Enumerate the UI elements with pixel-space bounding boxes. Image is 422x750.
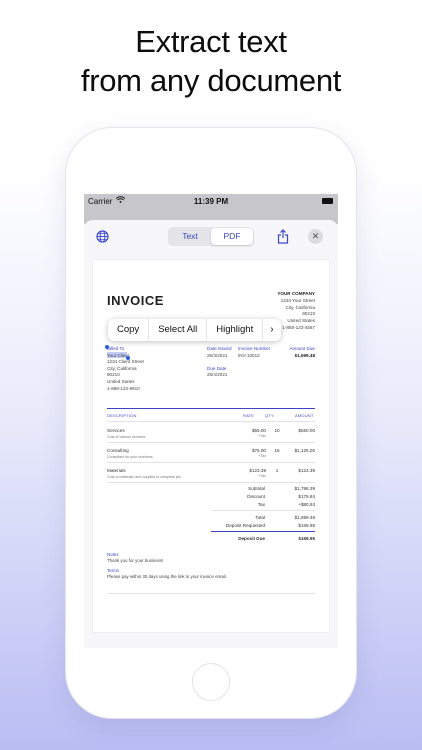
due-date-label: Due Date	[207, 365, 227, 371]
bill-to-street: 1234 Client Street	[107, 359, 144, 365]
menu-select-all[interactable]: Select All	[149, 319, 208, 341]
company-city: City, California	[285, 304, 315, 310]
globe-icon[interactable]	[96, 230, 109, 243]
terms-block: Terms Please pay within 30 days using th…	[107, 568, 227, 581]
date-issued-value: 26/3/2021	[207, 352, 228, 358]
company-country: United States	[287, 318, 315, 324]
invoice-document: INVOICE YOUR COMPANY 1234 Your Street Ci…	[93, 260, 329, 632]
phone-screen: Carrier 11:39 PM Text PDF ✕ INVOICE YOUR…	[84, 194, 338, 648]
total-label: Total	[255, 515, 265, 520]
view-mode-segmented-control: Text PDF	[168, 227, 254, 246]
company-street: 1234 Your Street	[280, 297, 315, 303]
selection-end-handle[interactable]	[126, 356, 130, 360]
col-description: DESCRIPTION	[107, 413, 137, 418]
item-name: Materials	[107, 468, 126, 473]
due-date-value: 25/4/2021	[207, 372, 228, 378]
headline-line-1: Extract text	[135, 24, 287, 59]
item-qty: 1	[275, 468, 279, 473]
date-issued-label: Date Issued	[207, 346, 232, 351]
item-name: Services	[107, 428, 125, 433]
item-amount: $550.00	[298, 428, 315, 433]
amount-due-column: Amount Due $1,699.48	[289, 346, 315, 359]
table-top-rule	[107, 408, 315, 409]
amount-due-label: Amount Due	[289, 346, 315, 351]
item-amount: $123.39	[298, 468, 315, 473]
table-header-rule	[107, 421, 315, 422]
terms-text: Please pay within 30 days using the link…	[107, 574, 227, 580]
item-name: Consulting	[107, 448, 129, 453]
total-value: $1,699.48	[294, 515, 315, 520]
discount-value: $179.84	[298, 494, 315, 499]
bill-to-zip: 90210	[107, 372, 120, 378]
totals-divider	[211, 510, 315, 511]
deposit-due-value: $169.95	[298, 536, 315, 541]
menu-copy[interactable]: Copy	[108, 319, 150, 341]
bill-to-label: Billed To	[107, 346, 125, 351]
row-divider	[107, 462, 315, 463]
row-divider	[107, 482, 315, 483]
menu-more-arrow[interactable]: ›	[263, 319, 280, 341]
item-rate: $75.00	[251, 448, 266, 453]
bill-to-city: City, California	[107, 365, 137, 371]
item-qty: 10	[274, 428, 280, 433]
subtotal-value: $1,798.39	[294, 486, 315, 491]
battery-icon	[322, 198, 333, 204]
amount-due-value: $1,699.48	[294, 352, 315, 358]
company-block: YOUR COMPANY 1234 Your Street City, Cali…	[277, 291, 315, 332]
deposit-due-label: Deposit Due	[238, 536, 265, 541]
company-phone: 1-888-123-4567	[282, 324, 315, 330]
item-tax: +Tax	[258, 454, 266, 458]
item-desc: Cost of materials and supplies to comple…	[107, 475, 182, 479]
bill-to-phone: 1-888-123-8910	[107, 385, 140, 391]
deposit-divider	[211, 531, 315, 532]
col-qty: QTY	[265, 413, 274, 418]
row-divider	[107, 442, 315, 443]
tax-value: +$80.93	[298, 502, 315, 507]
subtotal-label: Subtotal	[248, 486, 265, 491]
deposit-requested-value: $169.95	[298, 523, 315, 528]
close-button[interactable]: ✕	[308, 229, 323, 244]
col-rate: RATE	[243, 413, 255, 418]
footer-rule	[107, 593, 315, 594]
status-time: 11:39 PM	[193, 197, 229, 206]
dates-column: Date Issued 26/3/2021 Due Date 25/4/2021	[207, 346, 232, 379]
selection-start-handle[interactable]	[105, 345, 109, 349]
tab-pdf[interactable]: PDF	[211, 228, 253, 245]
item-tax: +Tax	[258, 474, 266, 478]
item-amount: $1,125.00	[294, 448, 315, 453]
col-amount: AMOUNT	[295, 413, 314, 418]
company-zip: 90210	[302, 311, 315, 317]
menu-highlight[interactable]: Highlight	[207, 319, 264, 341]
bill-to-country: United States	[107, 378, 135, 384]
pdf-sheet: Text PDF ✕ INVOICE YOUR COMPANY 1234 You…	[84, 220, 338, 648]
headline: Extract text from any document	[0, 22, 422, 100]
text-context-menu: Copy Select All Highlight ›	[108, 319, 281, 341]
item-qty: 15	[274, 448, 280, 453]
notes-block: Notes Thank you for your business!	[107, 552, 163, 565]
headline-line-2: from any document	[80, 63, 342, 98]
invoice-number-column: Invoice Number INV-10012	[238, 346, 270, 359]
home-button[interactable]	[192, 663, 230, 701]
item-rate: $123.39	[249, 468, 266, 473]
deposit-requested-label: Deposit Requested	[225, 523, 265, 528]
invoice-title: INVOICE	[107, 293, 164, 308]
discount-label: Discount	[247, 494, 265, 499]
invoice-number-value: INV-10012	[238, 352, 260, 358]
notes-text: Thank you for your business!	[107, 558, 164, 564]
bill-to-block[interactable]: Billed To Your Client 1234 Client Street…	[107, 346, 144, 392]
tab-text[interactable]: Text	[169, 228, 211, 245]
item-desc: Cost of various services	[107, 435, 146, 439]
invoice-number-label: Invoice Number	[238, 346, 271, 351]
item-rate: $55.00	[251, 428, 266, 433]
status-bar: Carrier 11:39 PM	[84, 194, 338, 208]
item-tax: +Tax	[258, 434, 266, 438]
sheet-toolbar: Text PDF ✕	[84, 220, 338, 256]
item-desc: Consultant for your business.	[107, 455, 154, 459]
share-icon[interactable]	[277, 229, 289, 244]
tax-label: Tax	[257, 502, 265, 507]
company-name: YOUR COMPANY	[277, 291, 315, 296]
